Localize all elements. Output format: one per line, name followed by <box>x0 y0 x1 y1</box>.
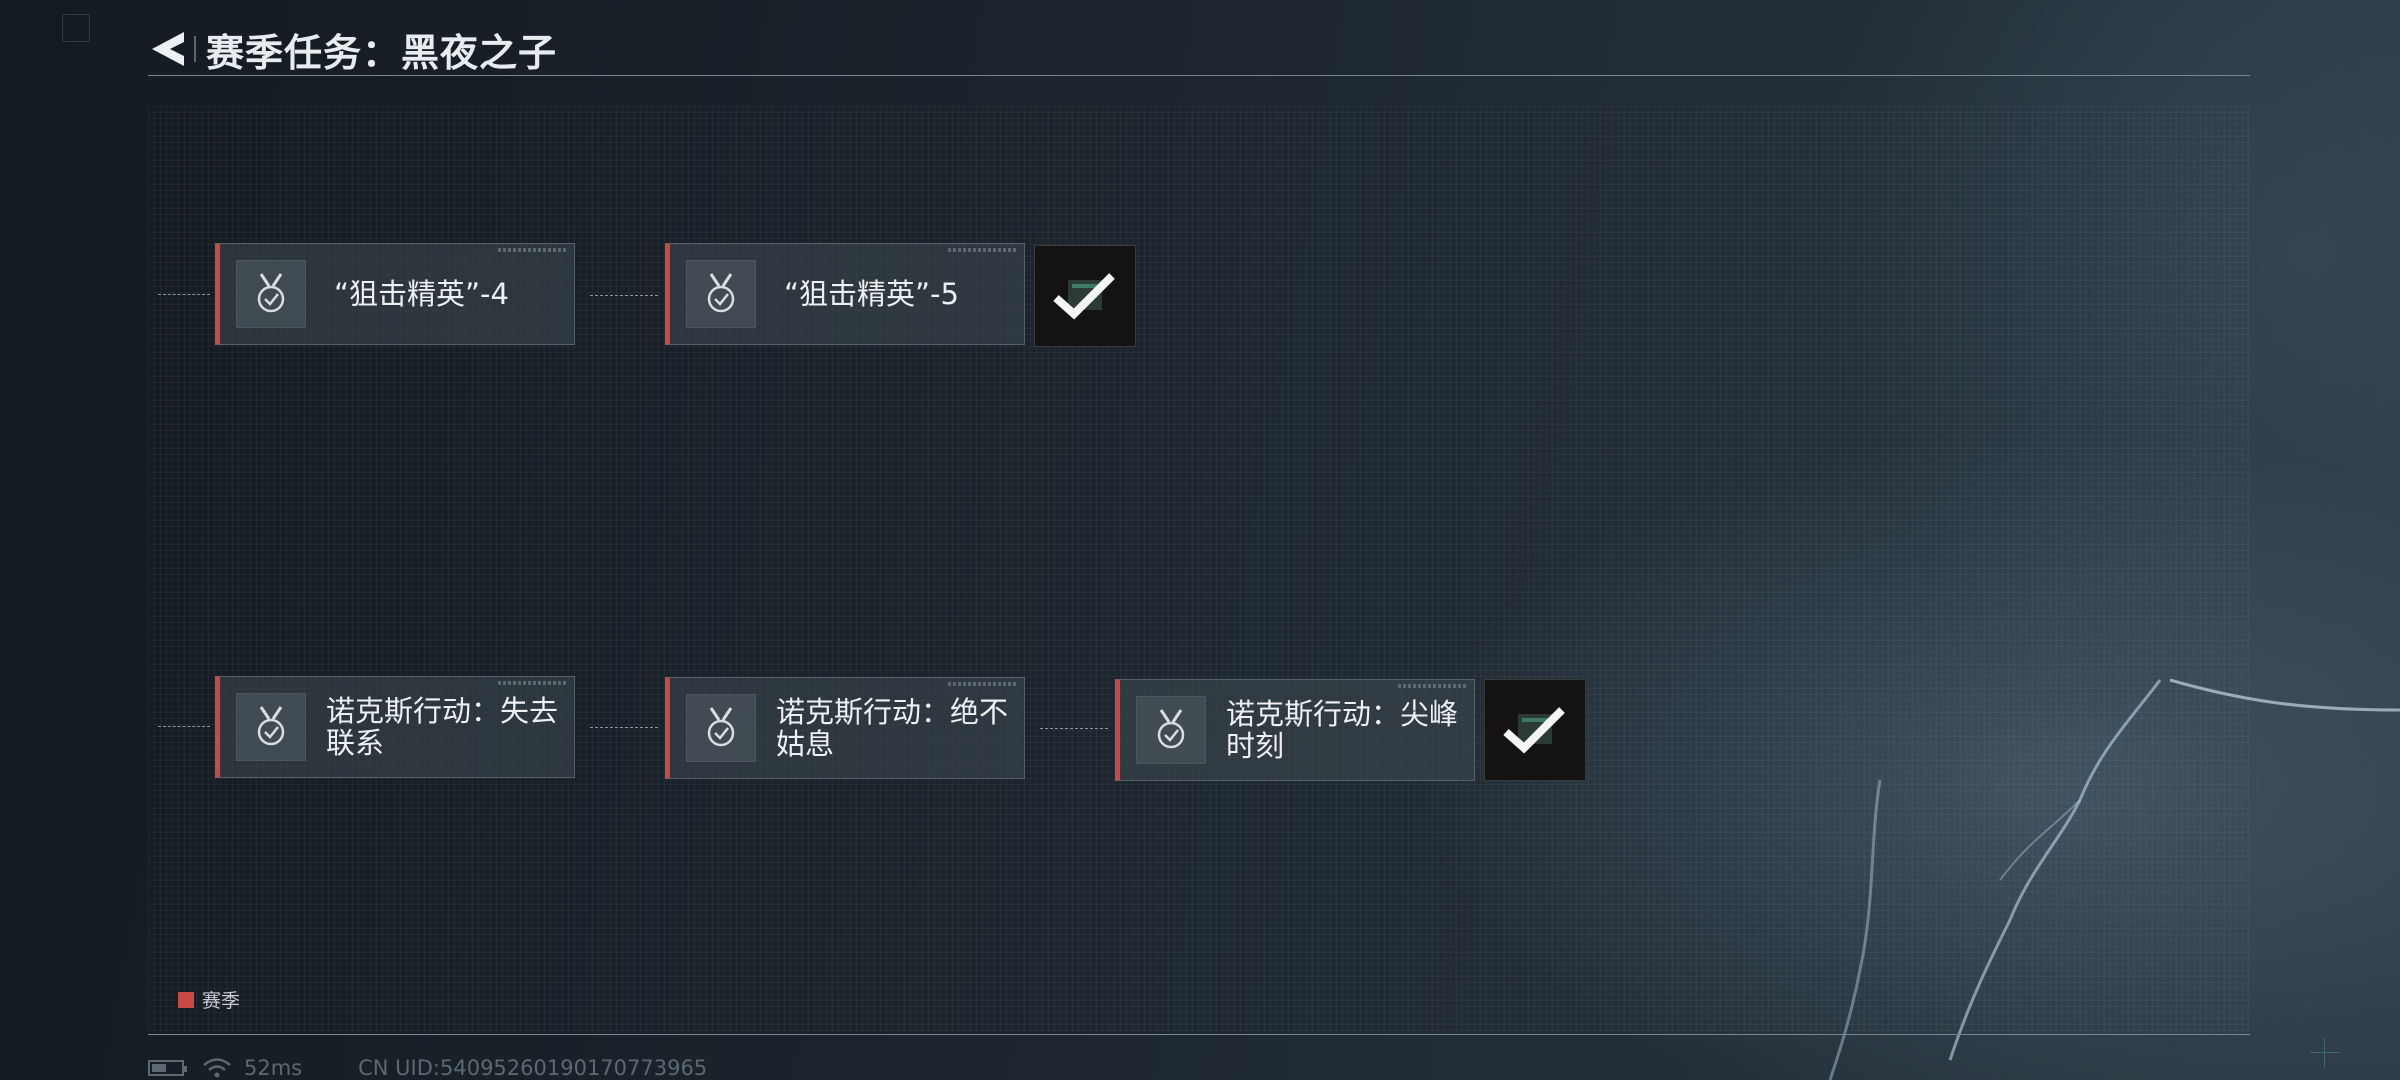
checkmark-icon <box>1053 273 1115 320</box>
back-button[interactable] <box>148 22 192 76</box>
connector-line <box>590 295 658 296</box>
user-uid: CN UID:5409526019017077396​5 <box>358 1056 708 1080</box>
wifi-icon <box>203 1058 231 1078</box>
legend: 赛季 <box>178 986 240 1013</box>
card-tick-marks <box>948 248 1018 252</box>
card-tick-marks <box>1398 684 1468 688</box>
medal-check-icon <box>686 260 756 328</box>
header-divider <box>194 36 196 62</box>
corner-frame <box>62 14 90 42</box>
back-arrow-icon <box>152 32 184 66</box>
task-card[interactable]: 诺克斯行动：尖峰时刻 <box>1115 679 1475 781</box>
footer-rule <box>148 1034 2250 1035</box>
legend-label: 赛季 <box>202 990 241 1012</box>
battery-icon <box>148 1060 187 1076</box>
medal-check-icon <box>236 693 306 761</box>
page-header: 赛季任务：黑夜之子 <box>148 22 557 76</box>
task-card[interactable]: “狙击精英”-4 <box>215 243 575 345</box>
medal-check-icon <box>1136 696 1206 764</box>
task-label: 诺克斯行动：绝不姑息 <box>776 695 1009 761</box>
reward-claimed[interactable] <box>1034 245 1136 347</box>
connector-line <box>1040 728 1108 729</box>
card-tick-marks <box>948 682 1018 686</box>
card-tick-marks <box>498 681 568 685</box>
task-label: 诺克斯行动：失去联系 <box>326 694 559 760</box>
card-tick-marks <box>498 248 568 252</box>
task-label: “狙击精英”-4 <box>334 277 509 311</box>
connector-line <box>158 726 210 727</box>
medal-check-icon <box>236 260 306 328</box>
task-card[interactable]: “狙击精英”-5 <box>665 243 1025 345</box>
task-card[interactable]: 诺克斯行动：失去联系 <box>215 676 575 778</box>
connector-line <box>590 727 658 728</box>
crosshair-decoration <box>2310 1038 2340 1068</box>
ping-value: 52ms <box>244 1056 303 1080</box>
legend-swatch <box>178 991 194 1008</box>
task-label: 诺克斯行动：尖峰时刻 <box>1226 697 1459 763</box>
page-title: 赛季任务：黑夜之子 <box>206 30 558 75</box>
connector-line <box>158 294 210 295</box>
reward-claimed[interactable] <box>1484 679 1586 781</box>
task-label: “狙击精英”-5 <box>784 277 959 311</box>
status-bar: 52ms CN UID:5409526019017077396​5 <box>148 1056 707 1080</box>
medal-check-icon <box>686 694 756 762</box>
lightning-decoration <box>1828 678 2400 1080</box>
checkmark-icon <box>1503 707 1565 754</box>
header-rule <box>148 75 2250 76</box>
task-card[interactable]: 诺克斯行动：绝不姑息 <box>665 677 1025 779</box>
